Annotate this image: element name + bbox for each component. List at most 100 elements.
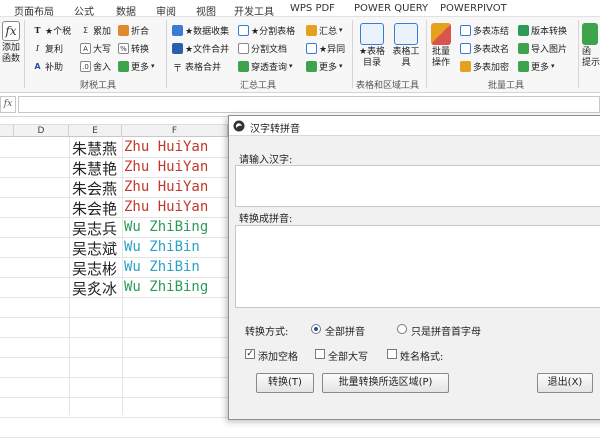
uppercase-button[interactable]: A 大写 bbox=[80, 41, 111, 55]
compound-label: 复利 bbox=[45, 44, 64, 55]
drill-query-button[interactable]: 穿透查询 ▾ bbox=[238, 59, 293, 73]
add-function-label-2: 函数 bbox=[1, 54, 20, 64]
split-table-button[interactable]: ★分割表格 bbox=[238, 23, 295, 37]
dialog-titlebar[interactable]: 汉字转拼音 bbox=[229, 116, 600, 136]
summary-more-button[interactable]: 更多 ▾ bbox=[306, 59, 343, 73]
tab-view[interactable]: 视图 bbox=[196, 3, 216, 18]
checkbox-add-space[interactable]: ✓ bbox=[245, 349, 255, 359]
summary-label: 汇总 bbox=[319, 26, 338, 37]
cell-pinyin[interactable]: Wu ZhiBin bbox=[124, 239, 200, 255]
cell-pinyin[interactable]: Wu ZhiBing bbox=[124, 279, 208, 295]
chevron-down-icon: ▾ bbox=[339, 62, 343, 70]
multi-rename-label: 多表改名 bbox=[473, 44, 510, 55]
column-header-f[interactable]: F bbox=[122, 125, 228, 137]
table-toc-button[interactable]: ★表格 目录 bbox=[356, 23, 388, 69]
checkbox-all-caps[interactable] bbox=[315, 349, 325, 359]
file-merge-label: ★文件合并 bbox=[185, 44, 230, 55]
batch-more-button[interactable]: 更多 ▾ bbox=[518, 59, 555, 73]
accumulate-button[interactable]: Σ 累加 bbox=[80, 23, 111, 37]
convert-label: 转换 bbox=[131, 44, 150, 55]
cell-pinyin[interactable]: Zhu HuiYan bbox=[124, 179, 208, 195]
table-toc-icon bbox=[360, 23, 384, 45]
multi-encrypt-label: 多表加密 bbox=[473, 62, 510, 73]
cell-name[interactable]: 朱慧燕 bbox=[72, 138, 117, 159]
batch-operation-label-2: 操作 bbox=[431, 58, 450, 68]
row-header-corner[interactable] bbox=[0, 125, 14, 137]
multi-encrypt-button[interactable]: 多表加密 bbox=[460, 59, 509, 73]
import-image-button[interactable]: 导入图片 bbox=[518, 41, 567, 55]
pinyin-output[interactable] bbox=[235, 225, 600, 308]
more-icon bbox=[118, 60, 129, 72]
table-tools-button[interactable]: 表格工 具 bbox=[390, 23, 422, 69]
tab-powerpivot[interactable]: POWERPIVOT bbox=[440, 3, 507, 14]
formula-input[interactable] bbox=[18, 96, 600, 113]
ribbon: fx 添加 函数 T ★个税 I 复利 A 补助 Σ 累加 A 大写 .0 舍入 折合 % 转… bbox=[0, 17, 600, 93]
convert-button[interactable]: 转换(T) bbox=[256, 373, 314, 393]
fold-button[interactable]: 折合 bbox=[118, 23, 149, 37]
cell-pinyin[interactable]: Zhu HuiYan bbox=[124, 199, 208, 215]
tax-button[interactable]: T ★个税 bbox=[32, 23, 72, 37]
multi-rename-button[interactable]: 多表改名 bbox=[460, 41, 509, 55]
table-area-group-label: 表格和区域工具 bbox=[356, 81, 420, 91]
data-collect-button[interactable]: ★数据收集 bbox=[172, 23, 229, 37]
round-button[interactable]: .0 舍入 bbox=[80, 59, 111, 73]
file-merge-icon bbox=[172, 42, 183, 54]
import-image-label: 导入图片 bbox=[531, 44, 568, 55]
chinese-input[interactable] bbox=[235, 165, 600, 207]
letter-a-icon: A bbox=[34, 61, 41, 71]
exit-button[interactable]: 退出(X) bbox=[537, 373, 593, 393]
chevron-down-icon: ▾ bbox=[339, 26, 343, 34]
split-doc-button[interactable]: 分割文档 bbox=[238, 41, 287, 55]
cell-name[interactable]: 吴志彬 bbox=[72, 258, 117, 279]
tab-developer[interactable]: 开发工具 bbox=[234, 3, 274, 18]
cell-pinyin[interactable]: Zhu HuiYan bbox=[124, 159, 208, 175]
cell-name[interactable]: 朱慧艳 bbox=[72, 158, 117, 179]
tab-power-query[interactable]: POWER QUERY bbox=[354, 3, 428, 14]
tab-formulas[interactable]: 公式 bbox=[74, 3, 94, 18]
radio-full-pinyin[interactable] bbox=[311, 324, 321, 334]
tab-data[interactable]: 数据 bbox=[116, 3, 136, 18]
file-merge-button[interactable]: ★文件合并 bbox=[172, 41, 229, 55]
key-icon bbox=[460, 60, 471, 72]
diff-button[interactable]: ★异同 bbox=[306, 41, 345, 55]
tab-review[interactable]: 审阅 bbox=[156, 3, 176, 18]
pinyin-dialog: 汉字转拼音 请输入汉字: 转换成拼音: 转换方式: 全部拼音 只是拼音首字母 ✓… bbox=[228, 115, 600, 420]
summary-button[interactable]: 汇总 ▾ bbox=[306, 23, 343, 37]
name-format-label: 姓名格式: bbox=[400, 352, 444, 363]
convert-button[interactable]: % 转换 bbox=[118, 41, 149, 55]
italic-i-icon: I bbox=[35, 43, 40, 53]
tab-page-layout[interactable]: 页面布局 bbox=[14, 3, 54, 18]
finance-more-button[interactable]: 更多 ▾ bbox=[118, 59, 155, 73]
cell-pinyin[interactable]: Wu ZhiBin bbox=[124, 259, 200, 275]
function-tips-button[interactable]: 函 提示 bbox=[582, 23, 600, 69]
radio-initials-only[interactable] bbox=[397, 324, 407, 334]
add-function-label-1: 添加 bbox=[1, 43, 20, 53]
more-icon bbox=[306, 60, 317, 72]
compound-interest-button[interactable]: I 复利 bbox=[32, 41, 63, 55]
cell-name[interactable]: 吴志斌 bbox=[72, 238, 117, 259]
cell-name[interactable]: 吴志兵 bbox=[72, 218, 117, 239]
add-function-button[interactable]: fx 添加 函数 bbox=[0, 21, 22, 65]
cell-name[interactable]: 朱会燕 bbox=[72, 178, 117, 199]
output-label: 转换成拼音: bbox=[239, 214, 293, 225]
tab-wps-pdf[interactable]: WPS PDF bbox=[290, 3, 335, 14]
table-merge-button[interactable]: ╤ 表格合并 bbox=[172, 59, 221, 73]
cell-pinyin[interactable]: Wu ZhiBing bbox=[124, 219, 208, 235]
cell-name[interactable]: 吴炙冰 bbox=[72, 278, 117, 299]
column-header-d[interactable]: D bbox=[14, 125, 69, 137]
version-convert-button[interactable]: 版本转换 bbox=[518, 23, 567, 37]
fx-icon[interactable]: fx bbox=[0, 96, 16, 113]
function-tips-icon bbox=[582, 23, 598, 45]
cell-name[interactable]: 朱会艳 bbox=[72, 198, 117, 219]
batch-operation-button[interactable]: 批量 操作 bbox=[428, 23, 454, 69]
subsidy-button[interactable]: A 补助 bbox=[32, 59, 63, 73]
multi-freeze-button[interactable]: 多表冻结 bbox=[460, 23, 509, 37]
data-collect-label: ★数据收集 bbox=[185, 26, 230, 37]
cell-pinyin[interactable]: Zhu HuiYan bbox=[124, 139, 208, 155]
formula-bar: fx bbox=[0, 93, 600, 117]
checkbox-name-format[interactable] bbox=[387, 349, 397, 359]
column-header-e[interactable]: E bbox=[69, 125, 122, 137]
app-logo-icon bbox=[233, 120, 245, 132]
diff-label: ★异同 bbox=[319, 44, 346, 55]
batch-convert-button[interactable]: 批量转换所选区域(P) bbox=[322, 373, 449, 393]
